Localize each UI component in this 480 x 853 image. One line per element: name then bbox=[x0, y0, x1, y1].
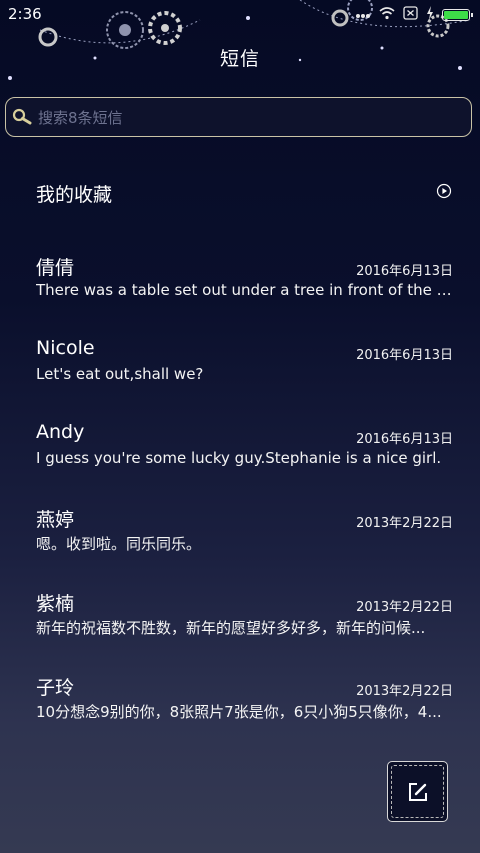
message-preview: I guess you're some lucky guy.Stephanie … bbox=[36, 449, 442, 467]
message-preview: Let's eat out,shall we? bbox=[36, 365, 204, 383]
search-icon bbox=[12, 108, 32, 125]
message-preview: 嗯。收到啦。同乐同乐。 bbox=[36, 535, 202, 553]
page-title: 短信 bbox=[219, 48, 260, 70]
compose-button[interactable] bbox=[387, 761, 448, 822]
search-input[interactable] bbox=[36, 98, 460, 137]
favorites-label: 我的收藏 bbox=[36, 184, 113, 206]
message-preview: 10分想念9别的你，8张照片7张是你，6只小狗5只像你，4... bbox=[36, 703, 442, 721]
message-preview: 新年的祝福数不胜数，新年的愿望好多好多，新年的问候... bbox=[36, 619, 426, 637]
search-bar[interactable] bbox=[5, 97, 472, 137]
play-circle-icon bbox=[436, 183, 452, 199]
message-list: 倩倩 2016年6月13日 There was a table set out … bbox=[0, 250, 480, 754]
message-date: 2013年2月22日 bbox=[356, 600, 453, 615]
message-item[interactable]: 紫楠 2013年2月22日 新年的祝福数不胜数，新年的愿望好多好多，新年的问候.… bbox=[0, 586, 480, 670]
close-box-icon bbox=[403, 5, 418, 24]
message-item[interactable]: Andy 2016年6月13日 I guess you're some luck… bbox=[0, 418, 480, 502]
message-date: 2016年6月13日 bbox=[356, 432, 453, 447]
message-date: 2016年6月13日 bbox=[356, 348, 453, 363]
message-date: 2013年2月22日 bbox=[356, 516, 453, 531]
message-date: 2013年2月22日 bbox=[356, 684, 453, 699]
message-item[interactable]: 燕婷 2013年2月22日 嗯。收到啦。同乐同乐。 bbox=[0, 502, 480, 586]
status-bar: 2:36 bbox=[0, 0, 480, 28]
message-sender: 子玲 bbox=[36, 677, 75, 699]
wifi-icon bbox=[379, 5, 395, 24]
message-sender: Andy bbox=[36, 421, 85, 443]
status-icons bbox=[355, 5, 473, 24]
charging-icon bbox=[426, 5, 434, 24]
message-item[interactable]: 倩倩 2016年6月13日 There was a table set out … bbox=[0, 250, 480, 334]
message-item[interactable]: Nicole 2016年6月13日 Let's eat out,shall we… bbox=[0, 334, 480, 418]
signal-dots-icon bbox=[355, 5, 371, 24]
message-sender: 紫楠 bbox=[36, 593, 75, 615]
message-sender: 燕婷 bbox=[36, 509, 75, 531]
battery-icon bbox=[442, 8, 473, 21]
message-date: 2016年6月13日 bbox=[356, 264, 453, 279]
favorites-row[interactable]: 我的收藏 bbox=[0, 170, 480, 214]
message-sender: Nicole bbox=[36, 337, 95, 359]
message-preview: There was a table set out under a tree i… bbox=[36, 281, 454, 299]
status-time: 2:36 bbox=[8, 5, 42, 23]
compose-icon bbox=[409, 783, 427, 801]
message-sender: 倩倩 bbox=[36, 257, 75, 279]
message-item[interactable]: 子玲 2013年2月22日 10分想念9别的你，8张照片7张是你，6只小狗5只像… bbox=[0, 670, 480, 754]
